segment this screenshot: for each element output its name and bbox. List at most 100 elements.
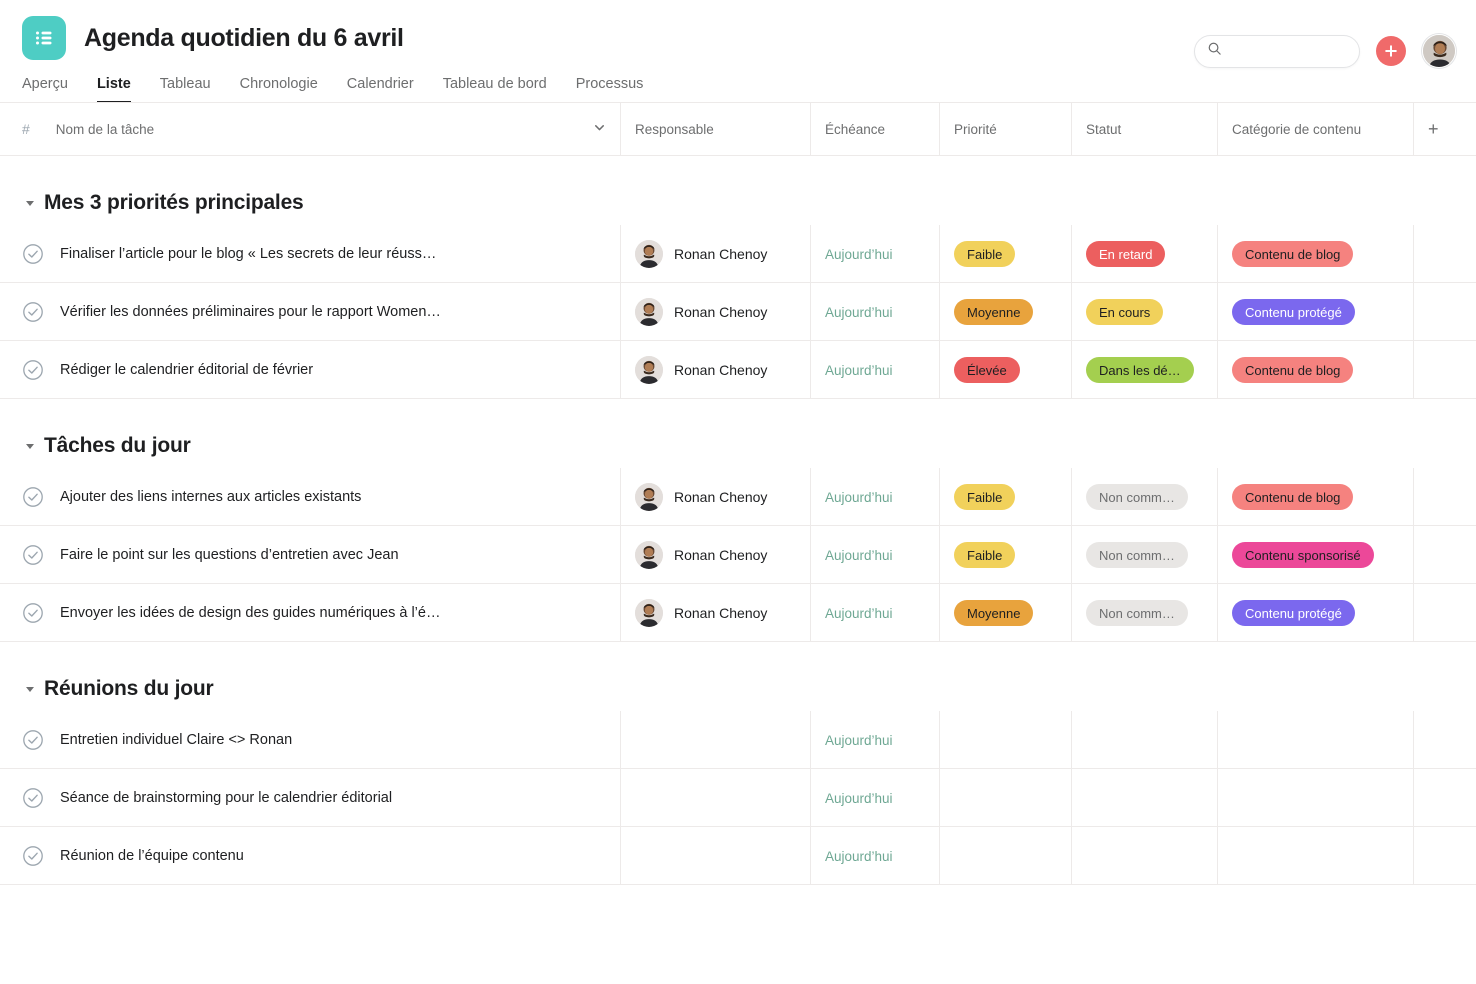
complete-task-icon[interactable] — [22, 359, 44, 381]
category-badge[interactable]: Contenu de blog — [1232, 241, 1354, 267]
assignee-cell[interactable]: Ronan Chenoy — [621, 526, 811, 584]
column-header-priority[interactable]: Priorité — [940, 103, 1072, 155]
task-name-cell[interactable]: Faire le point sur les questions d’entre… — [0, 526, 621, 584]
complete-task-icon[interactable] — [22, 602, 44, 624]
section-collapse-toggle[interactable] — [22, 681, 38, 697]
status-badge[interactable]: En cours — [1086, 299, 1164, 325]
priority-cell[interactable] — [940, 827, 1072, 885]
column-header-status[interactable]: Statut — [1072, 103, 1218, 155]
due-date-cell[interactable]: Aujourd’hui — [811, 468, 940, 526]
chevron-down-icon[interactable] — [593, 121, 606, 137]
assignee-cell[interactable] — [621, 711, 811, 769]
assignee-cell[interactable]: Ronan Chenoy — [621, 468, 811, 526]
complete-task-icon[interactable] — [22, 544, 44, 566]
category-cell[interactable]: Contenu de blog — [1218, 341, 1414, 399]
complete-task-icon[interactable] — [22, 729, 44, 751]
priority-badge[interactable]: Faible — [954, 484, 1016, 510]
priority-cell[interactable]: Moyenne — [940, 584, 1072, 642]
category-badge[interactable]: Contenu sponsorisé — [1232, 542, 1374, 568]
priority-badge[interactable]: Élevée — [954, 357, 1020, 383]
assignee-cell[interactable]: Ronan Chenoy — [621, 225, 811, 283]
task-name-cell[interactable]: Séance de brainstorming pour le calendri… — [0, 769, 621, 827]
table-row[interactable]: Ajouter des liens internes aux articles … — [0, 468, 1476, 526]
due-date-cell[interactable]: Aujourd’hui — [811, 584, 940, 642]
add-button[interactable] — [1376, 36, 1406, 66]
category-cell[interactable] — [1218, 711, 1414, 769]
table-row[interactable]: Entretien individuel Claire <> Ronan Aujo… — [0, 711, 1476, 769]
status-badge[interactable]: Dans les dé… — [1086, 357, 1194, 383]
tab-tableau[interactable]: Tableau — [160, 76, 211, 103]
tab-calendrier[interactable]: Calendrier — [347, 76, 414, 103]
assignee-cell[interactable]: Ronan Chenoy — [621, 584, 811, 642]
assignee-cell[interactable]: Ronan Chenoy — [621, 341, 811, 399]
due-date-cell[interactable]: Aujourd’hui — [811, 827, 940, 885]
complete-task-icon[interactable] — [22, 486, 44, 508]
category-cell[interactable] — [1218, 827, 1414, 885]
category-badge[interactable]: Contenu de blog — [1232, 484, 1354, 510]
priority-badge[interactable]: Moyenne — [954, 600, 1034, 626]
priority-badge[interactable]: Faible — [954, 542, 1016, 568]
assignee-cell[interactable] — [621, 827, 811, 885]
status-cell[interactable] — [1072, 827, 1218, 885]
task-name-cell[interactable]: Entretien individuel Claire <> Ronan — [0, 711, 621, 769]
priority-cell[interactable] — [940, 711, 1072, 769]
tab-tableau-de-bord[interactable]: Tableau de bord — [443, 76, 547, 103]
category-cell[interactable]: Contenu sponsorisé — [1218, 526, 1414, 584]
task-name-cell[interactable]: Rédiger le calendrier éditorial de févri… — [0, 341, 621, 399]
due-date-cell[interactable]: Aujourd’hui — [811, 711, 940, 769]
status-cell[interactable]: Non comm… — [1072, 584, 1218, 642]
status-badge[interactable]: Non comm… — [1086, 600, 1188, 626]
add-column-button[interactable]: + — [1414, 103, 1476, 155]
table-row[interactable]: Envoyer les idées de design des guides n… — [0, 584, 1476, 642]
priority-cell[interactable]: Faible — [940, 225, 1072, 283]
priority-cell[interactable]: Faible — [940, 526, 1072, 584]
status-cell[interactable]: Non comm… — [1072, 468, 1218, 526]
status-cell[interactable] — [1072, 711, 1218, 769]
table-row[interactable]: Réunion de l’équipe contenu Aujourd’hui — [0, 827, 1476, 885]
table-row[interactable]: Rédiger le calendrier éditorial de févri… — [0, 341, 1476, 399]
category-cell[interactable]: Contenu protégé — [1218, 283, 1414, 341]
category-cell[interactable]: Contenu de blog — [1218, 468, 1414, 526]
category-badge[interactable]: Contenu de blog — [1232, 357, 1354, 383]
category-cell[interactable] — [1218, 769, 1414, 827]
table-row[interactable]: Finaliser l’article pour le blog « Les s… — [0, 225, 1476, 283]
avatar[interactable] — [1422, 34, 1456, 68]
status-badge[interactable]: Non comm… — [1086, 484, 1188, 510]
task-name-cell[interactable]: Vérifier les données préliminaires pour … — [0, 283, 621, 341]
priority-badge[interactable]: Moyenne — [954, 299, 1034, 325]
tab-liste[interactable]: Liste — [96, 76, 131, 103]
complete-task-icon[interactable] — [22, 301, 44, 323]
priority-cell[interactable] — [940, 769, 1072, 827]
status-cell[interactable]: Dans les dé… — [1072, 341, 1218, 399]
assignee-cell[interactable]: Ronan Chenoy — [621, 283, 811, 341]
status-cell[interactable] — [1072, 769, 1218, 827]
task-name-cell[interactable]: Ajouter des liens internes aux articles … — [0, 468, 621, 526]
section-collapse-toggle[interactable] — [22, 438, 38, 454]
complete-task-icon[interactable] — [22, 243, 44, 265]
column-header-assignee[interactable]: Responsable — [621, 103, 811, 155]
column-header-due[interactable]: Échéance — [811, 103, 940, 155]
status-cell[interactable]: En cours — [1072, 283, 1218, 341]
tab-processus[interactable]: Processus — [576, 76, 644, 103]
category-cell[interactable]: Contenu protégé — [1218, 584, 1414, 642]
complete-task-icon[interactable] — [22, 787, 44, 809]
assignee-cell[interactable] — [621, 769, 811, 827]
priority-badge[interactable]: Faible — [954, 241, 1016, 267]
task-name-cell[interactable]: Réunion de l’équipe contenu — [0, 827, 621, 885]
due-date-cell[interactable]: Aujourd’hui — [811, 769, 940, 827]
due-date-cell[interactable]: Aujourd’hui — [811, 526, 940, 584]
task-name-cell[interactable]: Finaliser l’article pour le blog « Les s… — [0, 225, 621, 283]
table-row[interactable]: Séance de brainstorming pour le calendri… — [0, 769, 1476, 827]
column-header-category[interactable]: Catégorie de contenu — [1218, 103, 1414, 155]
table-row[interactable]: Faire le point sur les questions d’entre… — [0, 526, 1476, 584]
priority-cell[interactable]: Élevée — [940, 341, 1072, 399]
due-date-cell[interactable]: Aujourd’hui — [811, 283, 940, 341]
category-cell[interactable]: Contenu de blog — [1218, 225, 1414, 283]
tab-chronologie[interactable]: Chronologie — [240, 76, 318, 103]
status-cell[interactable]: Non comm… — [1072, 526, 1218, 584]
table-row[interactable]: Vérifier les données préliminaires pour … — [0, 283, 1476, 341]
category-badge[interactable]: Contenu protégé — [1232, 600, 1355, 626]
section-collapse-toggle[interactable] — [22, 195, 38, 211]
column-header-name[interactable]: # Nom de la tâche — [0, 103, 621, 155]
search-box[interactable] — [1194, 34, 1360, 68]
